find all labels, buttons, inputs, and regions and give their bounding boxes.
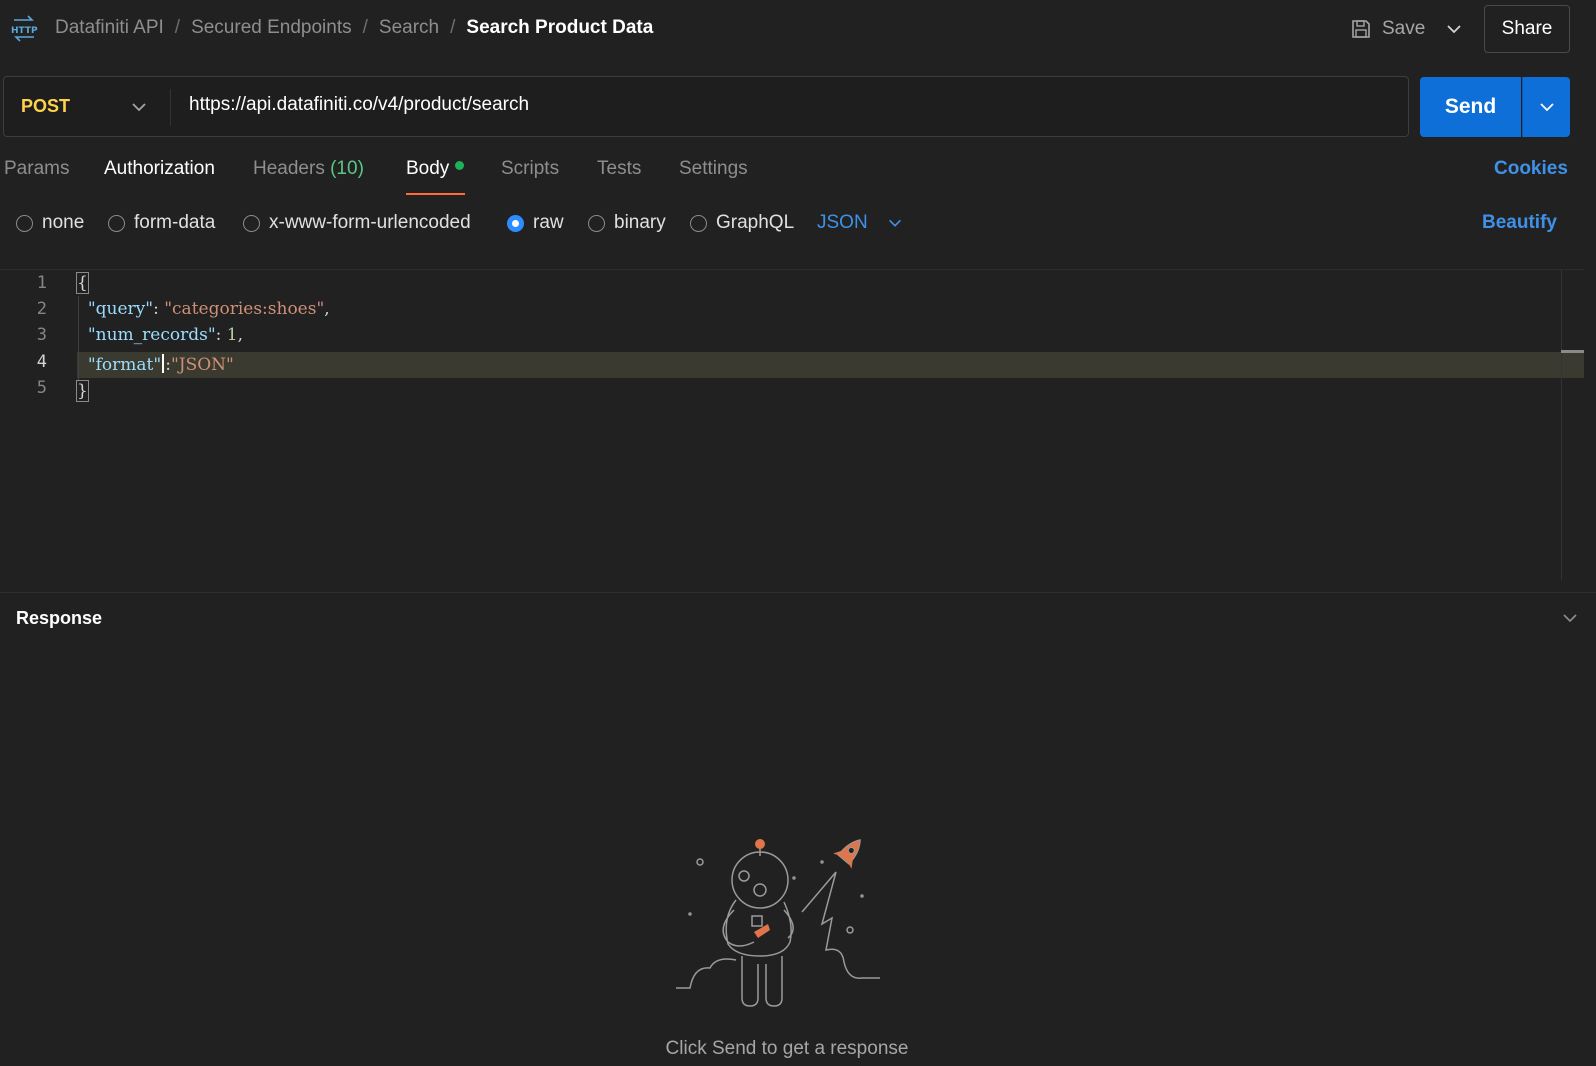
tab-settings[interactable]: Settings bbox=[679, 158, 748, 198]
request-tabs: Params Authorization Headers (10) Body S… bbox=[0, 158, 1596, 198]
editor-scrollbar[interactable] bbox=[1561, 270, 1562, 580]
url-bar: POST https://api.datafiniti.co/v4/produc… bbox=[3, 76, 1409, 137]
breadcrumb-collection[interactable]: Datafiniti API bbox=[55, 17, 164, 39]
body-type-label: binary bbox=[614, 212, 666, 233]
chevron-down-icon[interactable] bbox=[1560, 608, 1580, 628]
breadcrumb-subfolder[interactable]: Search bbox=[379, 17, 439, 39]
line-number: 1 bbox=[36, 273, 47, 293]
body-type-label: raw bbox=[533, 212, 564, 233]
tab-body[interactable]: Body bbox=[406, 158, 465, 198]
send-button[interactable]: Send bbox=[1420, 77, 1521, 137]
line-number: 3 bbox=[36, 325, 47, 345]
body-type-label: GraphQL bbox=[716, 212, 795, 233]
tab-headers-label: Headers bbox=[253, 158, 325, 179]
body-modified-dot bbox=[455, 161, 465, 170]
json-key: "query" bbox=[87, 299, 154, 319]
json-string: "JSON" bbox=[170, 355, 234, 375]
chevron-down-icon bbox=[1539, 103, 1554, 112]
body-type-form-data[interactable]: form-data bbox=[108, 212, 215, 234]
line-number-gutter: 1 2 3 4 5 bbox=[0, 270, 70, 584]
tab-params[interactable]: Params bbox=[4, 158, 69, 198]
code-line: } bbox=[76, 378, 89, 404]
line-number: 4 bbox=[36, 352, 47, 372]
body-type-graphql[interactable]: GraphQL bbox=[690, 212, 794, 234]
headers-count-badge: (10) bbox=[330, 158, 364, 179]
method-divider bbox=[170, 89, 171, 126]
radio-none[interactable] bbox=[16, 214, 33, 232]
body-type-none[interactable]: none bbox=[16, 212, 84, 234]
request-title[interactable]: Search Product Data bbox=[466, 17, 653, 39]
body-type-label: form-data bbox=[134, 212, 216, 233]
chevron-down-icon[interactable] bbox=[1444, 19, 1464, 39]
radio-raw[interactable] bbox=[507, 214, 524, 232]
postman-request-view: HTTP Datafiniti API / Secured Endpoints … bbox=[0, 0, 1596, 1066]
floppy-disk-icon bbox=[1352, 20, 1370, 38]
breadcrumb-separator: / bbox=[174, 17, 181, 38]
text-cursor bbox=[162, 354, 165, 373]
body-editor[interactable]: 1 2 3 4 5 { "query": "categories:shoes",… bbox=[0, 269, 1584, 584]
body-type-urlencoded[interactable]: x-www-form-urlencoded bbox=[243, 212, 471, 234]
json-key: "format" bbox=[87, 355, 162, 375]
share-button[interactable]: Share bbox=[1484, 5, 1570, 53]
tab-authorization[interactable]: Authorization bbox=[104, 158, 215, 198]
open-brace: { bbox=[76, 272, 89, 294]
active-tab-indicator bbox=[406, 193, 465, 195]
save-button[interactable]: Save bbox=[1350, 14, 1425, 44]
line-number: 5 bbox=[36, 378, 47, 398]
astronaut-rocket-illustration bbox=[676, 839, 880, 1007]
send-options-button[interactable] bbox=[1522, 77, 1570, 137]
code-line: "format":"JSON" bbox=[87, 354, 234, 375]
tab-headers[interactable]: Headers (10) bbox=[253, 158, 364, 198]
method-select[interactable]: POST bbox=[21, 96, 70, 117]
empty-response-message: Click Send to get a response bbox=[665, 1038, 909, 1059]
response-divider[interactable] bbox=[0, 592, 1596, 593]
url-input[interactable]: https://api.datafiniti.co/v4/product/sea… bbox=[189, 94, 1389, 116]
json-key: "num_records" bbox=[87, 325, 216, 345]
radio-urlencoded[interactable] bbox=[243, 214, 260, 232]
body-type-label: x-www-form-urlencoded bbox=[269, 212, 471, 233]
cookies-link[interactable]: Cookies bbox=[1494, 158, 1568, 180]
svg-text:HTTP: HTTP bbox=[11, 26, 38, 36]
line-number: 2 bbox=[36, 299, 47, 319]
code-line: "query": "categories:shoes", bbox=[87, 299, 330, 319]
save-label: Save bbox=[1382, 18, 1426, 39]
current-line-highlight bbox=[77, 352, 1584, 378]
code-line: { bbox=[76, 270, 89, 296]
tab-scripts[interactable]: Scripts bbox=[501, 158, 559, 198]
radio-form-data[interactable] bbox=[108, 214, 125, 232]
radio-graphql[interactable] bbox=[690, 214, 707, 232]
breadcrumb: Datafiniti API / Secured Endpoints / Sea… bbox=[55, 17, 653, 39]
breadcrumb-folder[interactable]: Secured Endpoints bbox=[191, 17, 352, 39]
raw-format-label: JSON bbox=[817, 212, 868, 233]
body-type-binary[interactable]: binary bbox=[588, 212, 666, 234]
body-type-options: none form-data x-www-form-urlencoded raw… bbox=[0, 212, 1596, 242]
response-title: Response bbox=[16, 608, 103, 628]
radio-binary[interactable] bbox=[588, 214, 605, 232]
http-icon: HTTP bbox=[11, 15, 38, 42]
body-type-raw[interactable]: raw bbox=[507, 212, 564, 234]
scrollbar-cursor-marker bbox=[1561, 350, 1584, 353]
chevron-down-icon[interactable] bbox=[129, 97, 149, 117]
chevron-down-icon bbox=[888, 219, 901, 227]
raw-format-select[interactable]: JSON bbox=[817, 212, 904, 234]
tab-body-label: Body bbox=[406, 158, 450, 179]
breadcrumb-separator: / bbox=[362, 17, 368, 38]
beautify-button[interactable]: Beautify bbox=[1482, 212, 1557, 234]
close-brace: } bbox=[76, 380, 89, 402]
request-header: HTTP Datafiniti API / Secured Endpoints … bbox=[0, 0, 1596, 58]
code-line: "num_records": 1, bbox=[87, 325, 244, 345]
breadcrumb-separator: / bbox=[450, 17, 456, 38]
json-number: 1 bbox=[226, 325, 238, 345]
json-string: "categories:shoes" bbox=[164, 299, 325, 319]
body-type-label: none bbox=[42, 212, 85, 233]
tab-tests[interactable]: Tests bbox=[597, 158, 641, 198]
